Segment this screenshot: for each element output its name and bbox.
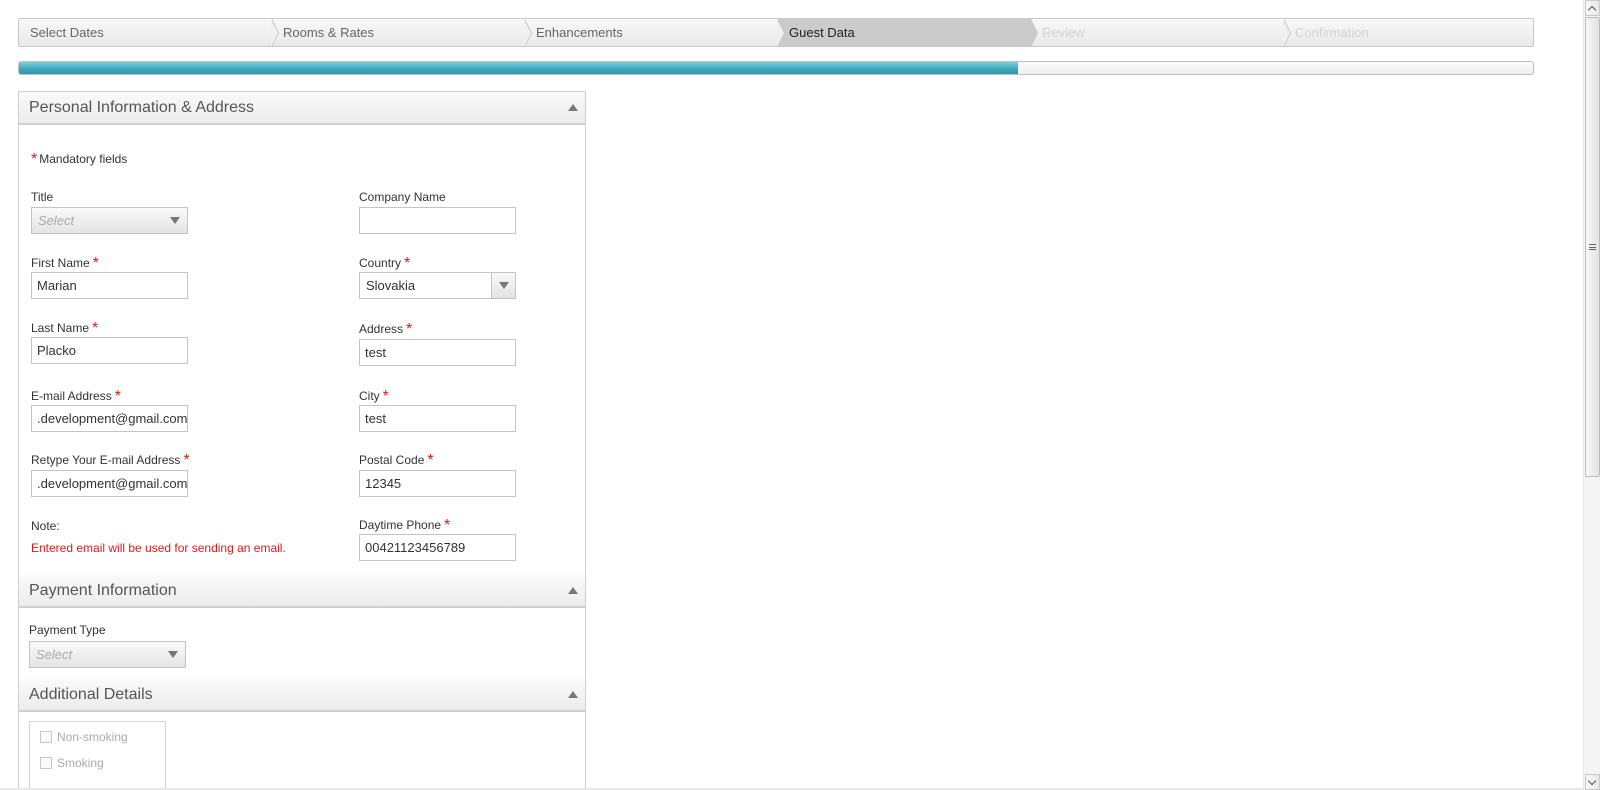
country-label: Country *: [359, 254, 410, 272]
additional-section-header[interactable]: Additional Details: [19, 679, 585, 712]
booking-steps: Select Dates Rooms & Rates Enhancements …: [18, 18, 1534, 47]
scrollbar-thumb[interactable]: [1585, 17, 1600, 477]
company-label: Company Name: [359, 190, 446, 204]
collapse-icon[interactable]: [568, 104, 578, 111]
step-rooms-rates[interactable]: Rooms & Rates: [272, 19, 532, 46]
company-input[interactable]: [359, 207, 516, 234]
required-mark: *: [114, 388, 121, 405]
postal-input[interactable]: 12345: [359, 470, 516, 497]
step-enhancements[interactable]: Enhancements: [525, 19, 785, 46]
title-select[interactable]: Select: [31, 207, 188, 234]
mandatory-note: * Mandatory fields: [31, 150, 127, 168]
retype-email-input[interactable]: .development@gmail.com: [31, 470, 188, 497]
country-label-text: Country: [359, 256, 402, 270]
postal-label: Postal Code *: [359, 451, 434, 469]
first-name-label-text: First Name: [31, 256, 90, 270]
personal-section-header[interactable]: Personal Information & Address: [19, 92, 585, 125]
grip-icon: [1589, 244, 1596, 250]
city-input[interactable]: test: [359, 405, 516, 432]
required-mark: *: [92, 255, 99, 272]
step-review: Review: [1031, 19, 1291, 46]
postal-label-text: Postal Code: [359, 453, 425, 467]
collapse-icon[interactable]: [568, 587, 578, 594]
last-name-label-text: Last Name: [31, 321, 90, 335]
non-smoking-option[interactable]: Non-smoking: [40, 730, 128, 744]
address-label-text: Address: [359, 322, 404, 336]
payment-type-placeholder: Select: [36, 647, 73, 662]
smoking-option[interactable]: Smoking: [40, 756, 104, 770]
email-note: Entered email will be used for sending a…: [31, 541, 286, 555]
address-label: Address *: [359, 320, 412, 338]
required-mark: *: [406, 321, 413, 338]
payment-section-header[interactable]: Payment Information: [19, 575, 585, 608]
step-label: Confirmation: [1295, 25, 1369, 40]
chevron-down-icon: [168, 651, 178, 658]
step-label: Select Dates: [30, 25, 104, 40]
last-name-label: Last Name *: [31, 319, 98, 337]
option-label: Non-smoking: [57, 730, 128, 744]
retype-email-label: Retype Your E-mail Address *: [31, 451, 190, 469]
required-mark: *: [183, 452, 190, 469]
step-select-dates[interactable]: Select Dates: [19, 19, 279, 46]
last-name-input[interactable]: Placko: [31, 337, 188, 364]
email-label-text: E-mail Address: [31, 389, 112, 403]
first-name-label: First Name *: [31, 254, 99, 272]
collapse-icon[interactable]: [568, 691, 578, 698]
required-mark: *: [92, 320, 99, 337]
city-label-text: City: [359, 389, 380, 403]
step-label: Guest Data: [789, 25, 855, 40]
checkbox[interactable]: [40, 731, 52, 743]
payment-type-select[interactable]: Select: [29, 641, 186, 668]
required-mark: *: [404, 255, 411, 272]
phone-input[interactable]: 00421123456789: [359, 534, 516, 561]
payment-type-label: Payment Type: [29, 623, 106, 637]
scroll-down-icon[interactable]: [1585, 774, 1600, 790]
title-label: Title: [31, 190, 54, 204]
address-input[interactable]: test: [359, 339, 516, 366]
step-label: Review: [1042, 25, 1085, 40]
note-label: Note:: [31, 519, 60, 533]
progress-bar: [18, 61, 1534, 75]
scroll-up-icon[interactable]: [1585, 0, 1600, 16]
chevron-down-icon[interactable]: [491, 273, 515, 298]
step-label: Enhancements: [536, 25, 623, 40]
checkbox[interactable]: [40, 757, 52, 769]
option-label: Smoking: [57, 756, 104, 770]
section-title: Payment Information: [29, 582, 177, 599]
first-name-input[interactable]: Marian: [31, 272, 188, 299]
email-input[interactable]: .development@gmail.com: [31, 405, 188, 432]
required-mark: *: [427, 452, 434, 469]
country-value: Slovakia: [366, 278, 416, 293]
step-confirmation: Confirmation: [1284, 19, 1533, 46]
required-mark: *: [31, 151, 38, 168]
retype-email-label-text: Retype Your E-mail Address: [31, 453, 181, 467]
section-title: Personal Information & Address: [29, 99, 255, 116]
country-combo[interactable]: Slovakia: [359, 272, 516, 299]
guest-form-panel: Personal Information & Address * Mandator…: [18, 91, 586, 790]
chevron-down-icon: [170, 217, 180, 224]
phone-label-text: Daytime Phone: [359, 518, 442, 532]
city-label: City *: [359, 387, 389, 405]
required-mark: *: [382, 388, 389, 405]
mandatory-label: Mandatory fields: [39, 152, 128, 166]
phone-label: Daytime Phone *: [359, 516, 450, 534]
email-label: E-mail Address *: [31, 387, 121, 405]
required-mark: *: [444, 517, 451, 534]
step-label: Rooms & Rates: [283, 25, 375, 40]
section-title: Additional Details: [29, 686, 153, 703]
smoking-options: Non-smoking Smoking: [29, 721, 166, 790]
title-placeholder: Select: [38, 213, 75, 228]
step-guest-data[interactable]: Guest Data: [778, 19, 1038, 46]
vertical-scrollbar[interactable]: [1583, 0, 1600, 790]
progress-fill: [19, 62, 1019, 74]
